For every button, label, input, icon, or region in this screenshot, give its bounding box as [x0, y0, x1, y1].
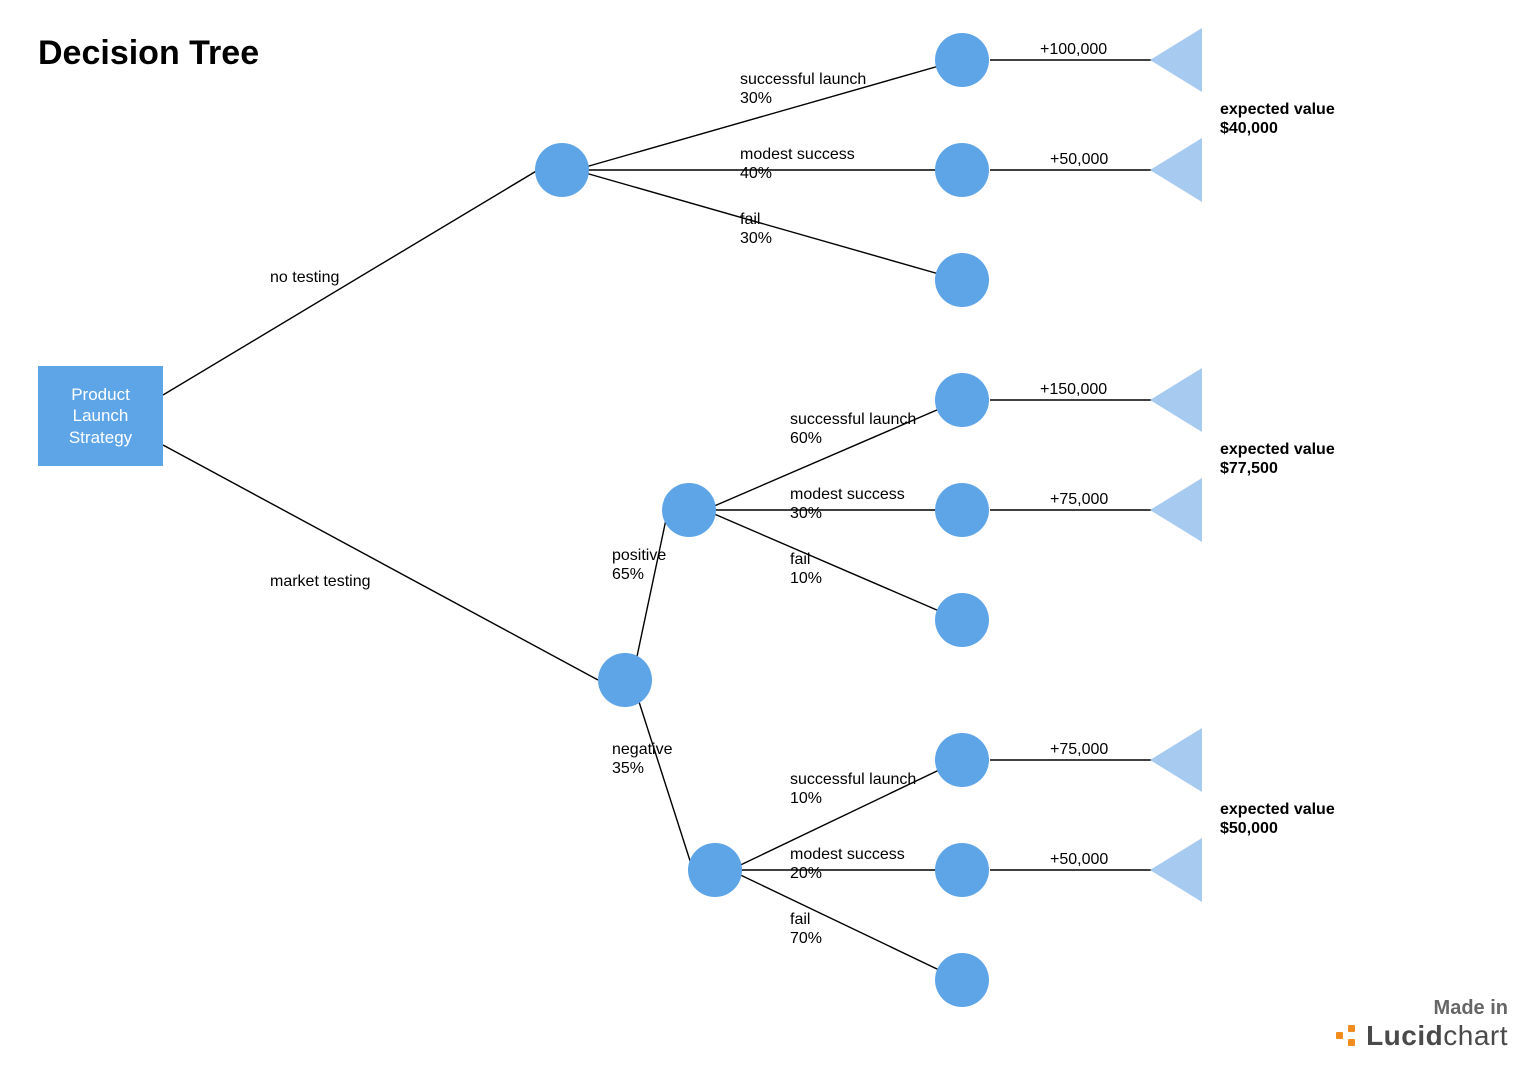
chance-node-no-testing — [535, 143, 589, 197]
payoff-pos-modest: +75,000 — [1050, 490, 1108, 509]
branch-label-positive: positive 65% — [612, 546, 666, 584]
terminal-neg-modest — [1150, 838, 1202, 902]
outcome-node-nt-fail — [935, 253, 989, 307]
watermark: Made in Lucidchart — [1336, 997, 1508, 1052]
outcome-node-pos-modest — [935, 483, 989, 537]
outcome-node-nt-success — [935, 33, 989, 87]
outcome-node-neg-modest — [935, 843, 989, 897]
branch-label-market-testing: market testing — [270, 572, 370, 591]
payoff-nt-success: +100,000 — [1040, 40, 1107, 59]
chance-node-market-testing — [598, 653, 652, 707]
outcome-node-neg-success — [935, 733, 989, 787]
terminal-nt-modest — [1150, 138, 1202, 202]
outcome-node-nt-modest — [935, 143, 989, 197]
watermark-made-in: Made in — [1336, 997, 1508, 1020]
outcome-label-neg-modest: modest success 20% — [790, 845, 905, 883]
outcome-label-nt-fail: fail 30% — [740, 210, 772, 248]
expected-value-pos: expected value $77,500 — [1220, 440, 1335, 478]
watermark-brand-b: chart — [1443, 1020, 1508, 1051]
outcome-label-neg-success: successful launch 10% — [790, 770, 916, 808]
outcome-label-neg-fail: fail 70% — [790, 910, 822, 948]
outcome-label-pos-success: successful launch 60% — [790, 410, 916, 448]
outcome-label-pos-fail: fail 10% — [790, 550, 822, 588]
watermark-brand-a: Lucid — [1366, 1020, 1443, 1051]
outcome-node-pos-success — [935, 373, 989, 427]
expected-value-neg: expected value $50,000 — [1220, 800, 1335, 838]
expected-value-nt: expected value $40,000 — [1220, 100, 1335, 138]
diagram-stage: Decision Tree Product Launch Strategy no… — [0, 0, 1536, 1074]
lucidchart-logo-icon — [1336, 1025, 1358, 1047]
outcome-node-pos-fail — [935, 593, 989, 647]
outcome-node-neg-fail — [935, 953, 989, 1007]
outcome-label-nt-success: successful launch 30% — [740, 70, 866, 108]
outcome-label-pos-modest: modest success 30% — [790, 485, 905, 523]
branch-label-negative: negative 35% — [612, 740, 673, 778]
page-title: Decision Tree — [38, 34, 259, 73]
payoff-pos-success: +150,000 — [1040, 380, 1107, 399]
terminal-pos-modest — [1150, 478, 1202, 542]
terminal-pos-success — [1150, 368, 1202, 432]
watermark-brand: Lucidchart — [1336, 1020, 1508, 1052]
payoff-neg-success: +75,000 — [1050, 740, 1108, 759]
root-decision-node: Product Launch Strategy — [38, 366, 163, 466]
chance-node-negative — [688, 843, 742, 897]
payoff-neg-modest: +50,000 — [1050, 850, 1108, 869]
terminal-neg-success — [1150, 728, 1202, 792]
branch-label-no-testing: no testing — [270, 268, 339, 287]
outcome-label-nt-modest: modest success 40% — [740, 145, 855, 183]
payoff-nt-modest: +50,000 — [1050, 150, 1108, 169]
chance-node-positive — [662, 483, 716, 537]
terminal-nt-success — [1150, 28, 1202, 92]
